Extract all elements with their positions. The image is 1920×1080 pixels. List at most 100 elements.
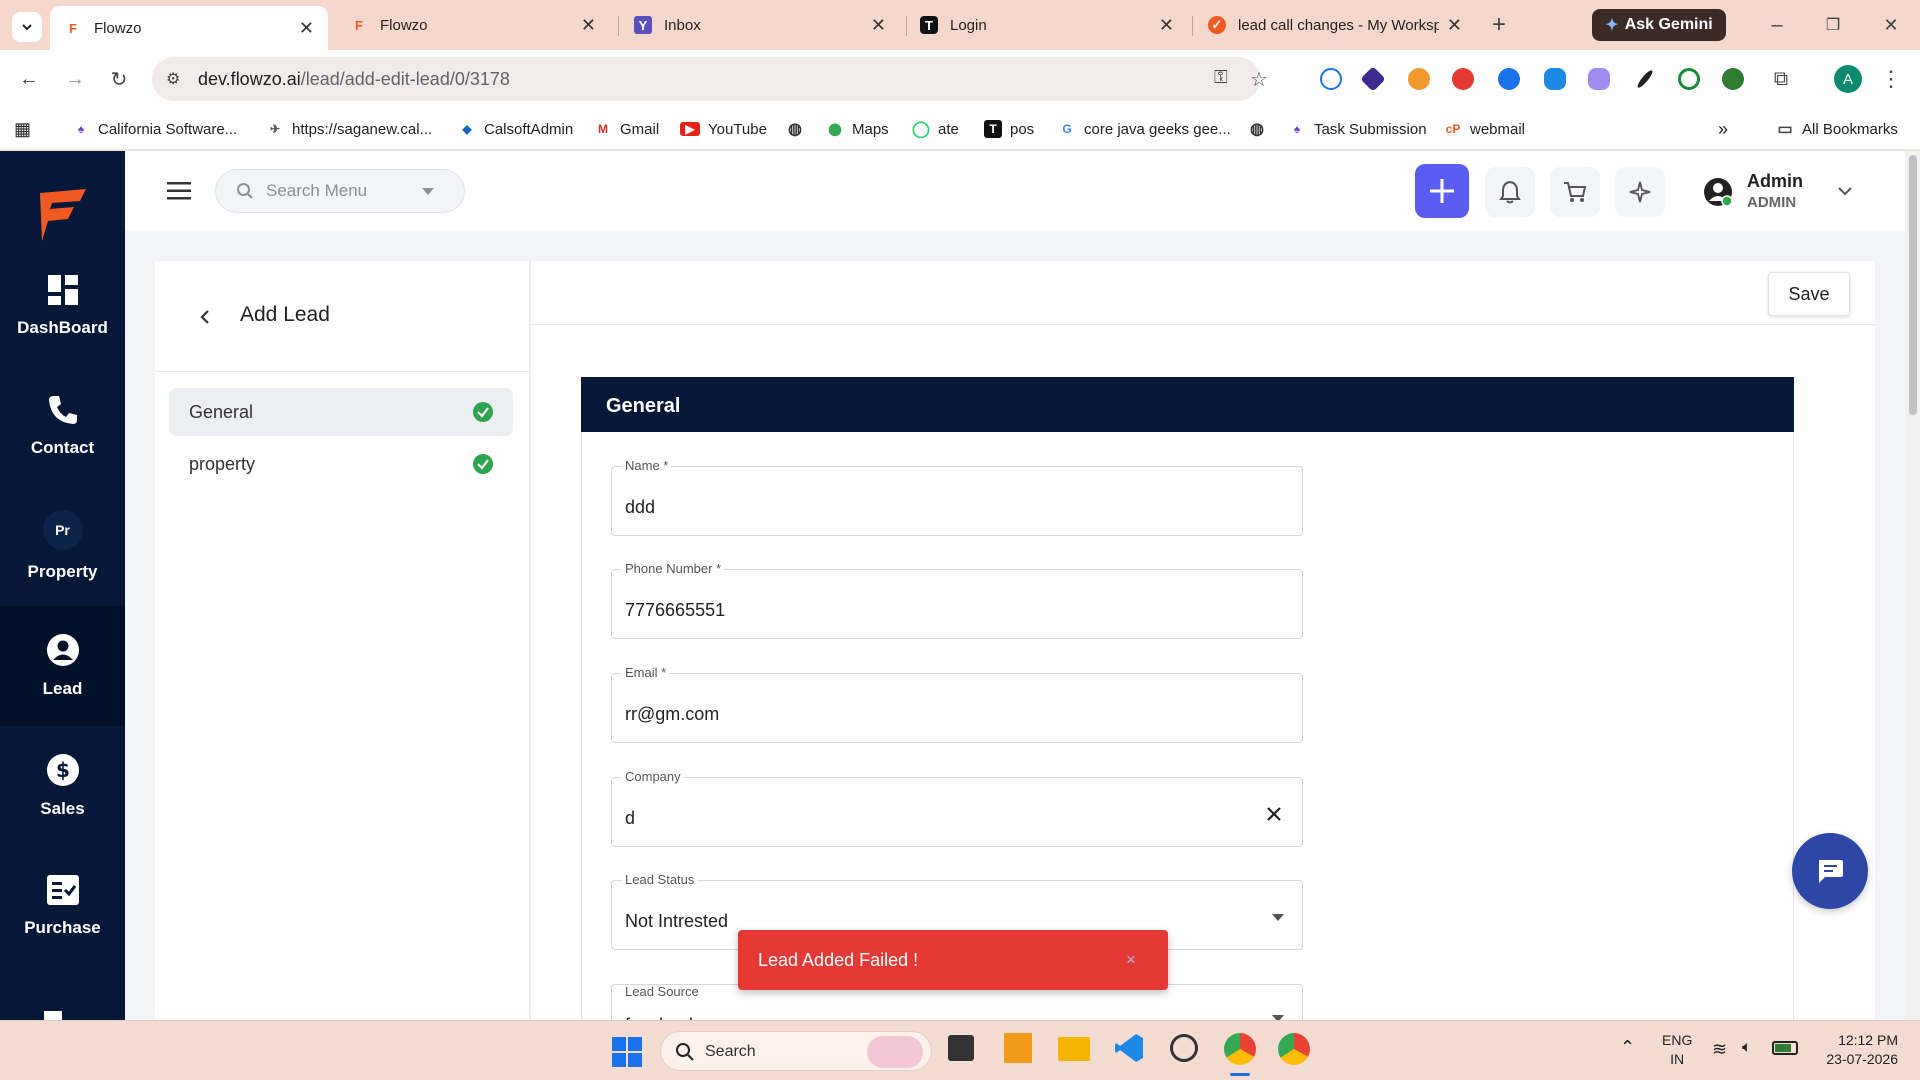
reload-icon[interactable]: ↻ <box>106 66 132 92</box>
ai-sparkle-button[interactable] <box>1615 167 1665 217</box>
clock[interactable]: 12:12 PM 23-07-2026 <box>1808 1031 1898 1069</box>
sidebar-item-lead[interactable]: Lead <box>0 606 125 726</box>
name-field[interactable]: Name * ddd <box>611 458 1303 536</box>
sidebar-item-dashboard[interactable]: DashBoard <box>0 246 125 366</box>
minimize-window-icon[interactable]: – <box>1764 12 1790 38</box>
restore-window-icon[interactable]: ❐ <box>1820 12 1846 38</box>
chatgpt-icon[interactable] <box>1170 1034 1198 1062</box>
bookmark-pos[interactable]: Tpos <box>984 118 1034 140</box>
clear-icon[interactable] <box>1266 806 1282 822</box>
user-menu-chevron-icon[interactable] <box>1838 187 1852 196</box>
google-icon: G <box>1062 122 1072 136</box>
page-scrollbar[interactable] <box>1905 151 1920 1020</box>
bookmark-globe-2[interactable]: ◍ <box>1248 118 1274 140</box>
bookmark-task-submission[interactable]: ♠ Task Submission <box>1288 118 1427 140</box>
bookmark-label: webmail <box>1470 120 1526 138</box>
sidebar-item-purchase[interactable]: Purchase <box>0 846 125 966</box>
chat-button[interactable] <box>1792 833 1868 909</box>
chrome-profile-taskbar-icon[interactable] <box>1278 1033 1310 1065</box>
bookmark-star-icon[interactable]: ☆ <box>1250 67 1268 92</box>
form-nav-item-general[interactable]: General <box>169 388 513 436</box>
close-tab-icon[interactable]: ✕ <box>581 15 596 36</box>
close-window-icon[interactable]: ✕ <box>1878 12 1904 38</box>
save-button[interactable]: Save <box>1768 272 1850 316</box>
cloud-extension-icon[interactable] <box>1544 68 1566 90</box>
extension-5-icon[interactable] <box>1498 68 1520 90</box>
extension-1-icon[interactable] <box>1320 68 1342 90</box>
extension-3-icon[interactable] <box>1408 68 1430 90</box>
bookmark-core-java[interactable]: Gcore java geeks gee... <box>1058 118 1230 140</box>
notifications-button[interactable] <box>1485 167 1535 217</box>
phone-number-field[interactable]: Phone Number * 7776665551 <box>611 561 1303 639</box>
windows-start-icon[interactable] <box>612 1037 642 1072</box>
add-new-button[interactable] <box>1415 164 1469 218</box>
back-chevron-icon[interactable] <box>199 309 211 325</box>
sublime-text-icon[interactable] <box>1004 1033 1032 1063</box>
bookmark-youtube[interactable]: ▶ YouTube <box>680 118 767 140</box>
user-avatar[interactable] <box>1703 177 1733 212</box>
sidebar-item-contact[interactable]: Contact <box>0 366 125 486</box>
adblock-extension-icon[interactable] <box>1452 68 1474 90</box>
email-field[interactable]: Email * rr@gm.com <box>611 665 1303 743</box>
browser-tab-inbox[interactable]: Y Inbox ✕ <box>620 6 900 44</box>
language-indicator[interactable]: ENG IN <box>1662 1031 1692 1069</box>
cart-button[interactable] <box>1550 167 1600 217</box>
site-info-icon[interactable]: ⚙ <box>166 69 180 89</box>
chrome-taskbar-icon[interactable] <box>1224 1033 1256 1065</box>
extension-9-icon[interactable] <box>1678 68 1700 90</box>
chrome-menu-icon[interactable]: ⋮ <box>1878 66 1904 92</box>
forward-arrow-icon[interactable]: → <box>62 66 88 92</box>
bookmark-globe[interactable]: ◍ <box>786 118 812 140</box>
wifi-icon[interactable]: ≋ <box>1712 1039 1727 1060</box>
new-tab-plus-icon[interactable]: + <box>1486 11 1512 38</box>
more-bookmarks-icon[interactable]: » <box>1718 118 1728 140</box>
close-tab-icon[interactable]: ✕ <box>299 18 314 39</box>
speaker-muted-icon[interactable]: 🔈︎ <box>1742 1039 1752 1057</box>
back-arrow-icon[interactable]: ← <box>16 66 42 92</box>
extension-2-icon[interactable] <box>1360 66 1386 92</box>
browser-tab-flowzo-active[interactable]: F Flowzo ✕ <box>50 6 328 50</box>
bookmark-california-software[interactable]: ♠ California Software... <box>72 118 237 140</box>
bookmark-calsoftadmin[interactable]: ◆ CalsoftAdmin <box>458 118 573 140</box>
form-nav-item-property[interactable]: property <box>169 440 513 488</box>
close-tab-icon[interactable]: ✕ <box>1447 15 1462 36</box>
address-bar[interactable]: ⚙ dev.flowzo.ai/lead/add-edit-lead/0/317… <box>152 57 1268 101</box>
flowzo-logo[interactable] <box>36 187 90 248</box>
bookmark-gmail[interactable]: M Gmail <box>594 118 659 140</box>
browser-tab-login[interactable]: T Login ✕ <box>906 6 1188 44</box>
tab-search-button[interactable] <box>12 12 42 42</box>
taskbar-search[interactable]: Search <box>660 1031 932 1071</box>
extension-10-icon[interactable] <box>1722 68 1744 90</box>
bookmark-webmail[interactable]: cP webmail <box>1444 118 1525 140</box>
search-menu-input[interactable]: Search Menu <box>215 169 465 213</box>
password-key-icon[interactable]: ⚿ <box>1214 67 1228 88</box>
browser-tab-flowzo[interactable]: F Flowzo ✕ <box>336 6 610 44</box>
all-bookmarks-folder[interactable]: ▭ All Bookmarks <box>1776 118 1897 140</box>
form-nav-label: property <box>189 454 256 474</box>
bookmark-whatsapp[interactable]: ◯ ate <box>912 118 959 140</box>
vscode-icon[interactable] <box>1114 1033 1144 1063</box>
eyedropper-extension-icon[interactable] <box>1635 68 1655 90</box>
close-tab-icon[interactable]: ✕ <box>1159 15 1174 36</box>
show-hidden-icons-icon[interactable]: ⌃ <box>1620 1037 1635 1058</box>
profile-avatar[interactable]: A <box>1834 65 1862 93</box>
company-field[interactable]: Company d <box>611 769 1303 847</box>
scrollbar-thumb[interactable] <box>1909 155 1917 415</box>
extensions-puzzle-icon[interactable]: ⧉ <box>1768 66 1794 92</box>
battery-icon[interactable] <box>1772 1041 1798 1055</box>
sidebar-item-sales[interactable]: $ Sales <box>0 726 125 846</box>
file-explorer-icon[interactable] <box>1058 1037 1090 1061</box>
extension-7-icon[interactable] <box>1588 68 1610 90</box>
file-app-icon[interactable] <box>948 1035 974 1061</box>
flowzo-app: DashBoard Contact Pr Property Lead $ Sal… <box>0 151 1920 1020</box>
sidebar-item-property[interactable]: Pr Property <box>0 486 125 606</box>
bookmark-saganew[interactable]: ✈ https://saganew.cal... <box>266 118 432 140</box>
close-tab-icon[interactable]: ✕ <box>871 15 886 36</box>
hamburger-menu-icon[interactable] <box>167 181 191 206</box>
browser-tab-lead-call-changes[interactable]: ✓ lead call changes - My Worksp ✕ <box>1194 6 1476 44</box>
ask-gemini-button[interactable]: ✦ Ask Gemini <box>1592 9 1726 41</box>
toast-close-icon[interactable]: × <box>1126 950 1136 970</box>
bookmark-maps[interactable]: ⬤ Maps <box>826 118 888 140</box>
apps-grid-icon[interactable]: ▦ <box>14 118 31 140</box>
user-info[interactable]: Admin ADMIN <box>1747 171 1803 211</box>
